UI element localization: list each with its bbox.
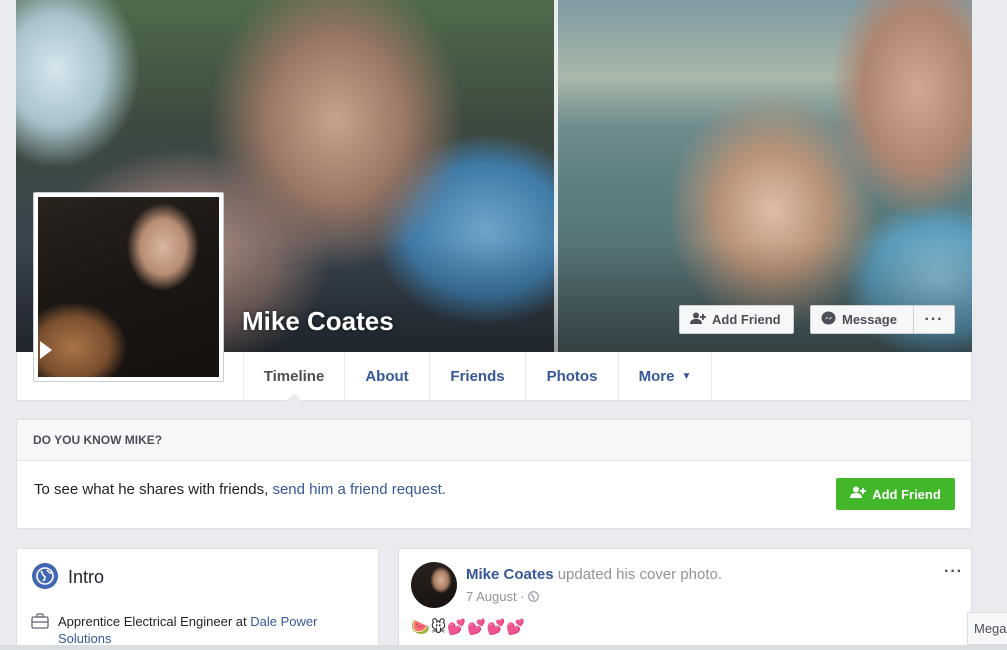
post-options-button[interactable]: ··· [944, 563, 963, 581]
add-friend-icon [690, 312, 706, 328]
tab-more[interactable]: More ▼ [619, 352, 712, 400]
privacy-globe-icon [528, 589, 540, 604]
post-date-text[interactable]: 7 August · [466, 589, 528, 604]
add-friend-button[interactable]: Add Friend [679, 305, 794, 334]
profile-name[interactable]: Mike Coates [242, 306, 394, 337]
do-you-know-header: DO YOU KNOW MIKE? [17, 420, 971, 461]
add-friend-label: Add Friend [712, 312, 781, 327]
tab-timeline[interactable]: Timeline [244, 352, 345, 401]
dropdown-caret-icon: ▼ [681, 370, 692, 382]
do-you-know-prompt: To see what he shares with friends, [34, 481, 273, 498]
tab-friends[interactable]: Friends [430, 352, 526, 400]
tab-photos-label: Photos [546, 367, 598, 385]
post-text: 🍉🐭💕💕💕💕 [411, 619, 527, 636]
intro-card: Intro Apprentice Electrical Engineer at … [16, 548, 379, 650]
message-label: Message [842, 312, 897, 327]
intro-work: Apprentice Electrical Engineer at Dale P… [58, 613, 358, 647]
post-header: Mike Coates updated his cover photo. [466, 566, 722, 583]
avatar[interactable] [411, 562, 457, 608]
add-friend-green-label: Add Friend [872, 486, 941, 502]
do-you-know-card: DO YOU KNOW MIKE? To see what he shares … [16, 419, 972, 529]
post-date: 7 August · [466, 589, 540, 604]
friend-request-link[interactable]: send him a friend request. [272, 481, 445, 498]
add-friend-green-button[interactable]: Add Friend [836, 478, 955, 510]
briefcase-icon [31, 613, 49, 634]
add-friend-icon [850, 486, 867, 502]
tab-friends-label: Friends [450, 367, 505, 385]
messenger-icon [821, 311, 836, 329]
tab-about-label: About [365, 367, 409, 385]
bottom-strip [0, 645, 1007, 650]
profile-picture[interactable] [33, 192, 224, 382]
intro-title: Intro [68, 567, 105, 587]
post-author-link[interactable]: Mike Coates [466, 566, 554, 583]
tab-photos[interactable]: Photos [526, 352, 619, 400]
tab-about[interactable]: About [345, 352, 430, 400]
do-you-know-text: To see what he shares with friends, send… [34, 481, 446, 498]
tab-more-label: More [638, 367, 675, 385]
chat-tab[interactable]: Mega [967, 612, 1007, 645]
post-action: updated his cover photo. [553, 566, 722, 583]
more-options-button[interactable]: ··· [913, 305, 955, 334]
intro-work-text: Apprentice Electrical Engineer at [58, 614, 251, 629]
profile-picture-image [38, 197, 219, 377]
play-icon[interactable] [40, 341, 52, 359]
tab-timeline-label: Timeline [263, 367, 325, 385]
nav-tabs: Timeline About Friends Photos More ▼ [243, 352, 712, 401]
message-button[interactable]: Message [810, 305, 914, 334]
post-card: Mike Coates updated his cover photo. 7 A… [398, 548, 972, 650]
globe-icon [32, 563, 58, 589]
